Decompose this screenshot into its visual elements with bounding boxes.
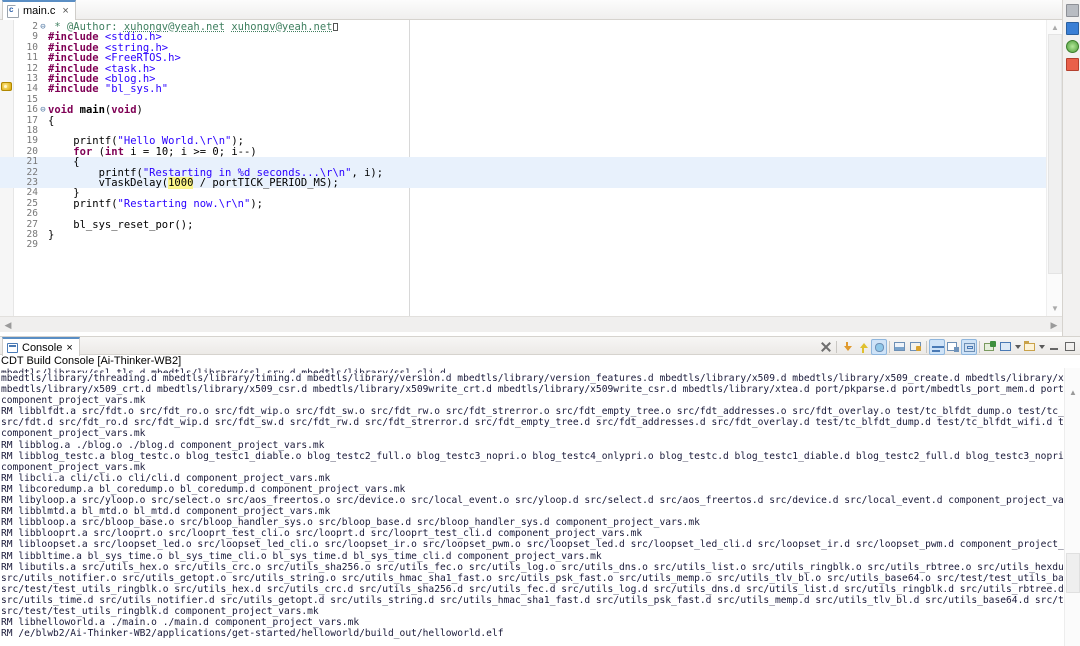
console-pane: Console × CDT Build Console [Ai-Thinker-…: [0, 336, 1080, 646]
fold-toggle-icon[interactable]: ⊖: [39, 22, 47, 32]
scroll-left-icon[interactable]: ◀: [2, 319, 14, 331]
code-line: 27 bl_sys_reset_por();: [0, 218, 1062, 231]
code-line: 11 #include <FreeRTOS.h>: [0, 52, 1062, 63]
fold-toggle-icon[interactable]: ⊖: [39, 105, 47, 115]
new-console-view-button[interactable]: [982, 339, 998, 355]
code-text: {: [48, 114, 55, 127]
console-line: RM libblog.a ./blog.o ./blog.d component…: [1, 439, 325, 451]
console-line: RM libblog_testc.a blog_testc.o blog_tes…: [1, 450, 1076, 462]
right-icon-strip: [1062, 0, 1080, 336]
console-scroll-thumb[interactable]: [1066, 553, 1080, 593]
code-line: 28}: [0, 229, 1062, 241]
code-line: 15: [0, 94, 1062, 105]
editor-tab-main-c[interactable]: main.c ×: [2, 0, 76, 20]
project-explorer-icon[interactable]: [1066, 22, 1079, 35]
editor-pane: main.c × 2⊖ * @Author: xuhongv@yeah.net …: [0, 0, 1080, 336]
code-area[interactable]: 2 ⊖ * @Author: xuhongv@yeah.net xuhongv@y…: [0, 20, 1080, 316]
scroll-lock-button[interactable]: [871, 338, 887, 355]
console-line: src/test/test_utils_ringblk.o src/utils_…: [1, 583, 1080, 595]
editor-scroll-thumb[interactable]: [1048, 34, 1062, 274]
code-line: 20 for (int i = 10; i >= 0; i--): [0, 146, 1062, 157]
code-lines[interactable]: 2 ⊖ * @Author: xuhongv@yeah.net xuhongv@y…: [0, 20, 1080, 316]
code-text: printf("Restarting now.\r\n");: [48, 197, 263, 210]
console-line: component_project_vars.mk: [1, 461, 146, 473]
code-line: 29: [0, 239, 1062, 251]
console-tabbar: Console ×: [0, 336, 1080, 356]
scroll-down-icon[interactable]: ▼: [1050, 304, 1060, 313]
code-line: 12 #include <task.h>: [0, 63, 1062, 74]
scroll-down-button[interactable]: [839, 339, 855, 355]
console-header-label: CDT Build Console [Ai-Thinker-WB2]: [1, 355, 182, 367]
close-icon[interactable]: ×: [66, 342, 72, 354]
console-toolbar: [818, 338, 1078, 355]
link-console-button[interactable]: [961, 338, 977, 355]
scroll-up-button[interactable]: [855, 339, 871, 355]
console-line: mbedtls/library/threading.d mbedtls/libr…: [1, 373, 1080, 384]
display-console-button[interactable]: [998, 339, 1014, 355]
console-line: src/utils_time.d src/utils_notifier.d sr…: [1, 594, 1080, 606]
editor-horizontal-scrollbar[interactable]: ◀ ▶: [0, 316, 1062, 332]
console-line: component_project_vars.mk: [1, 395, 146, 407]
show-console-button[interactable]: [908, 339, 924, 355]
console-line: RM libblooprt.a src/looprt.o src/looprt_…: [1, 528, 643, 540]
close-icon[interactable]: ×: [62, 5, 68, 17]
console-output[interactable]: mbedtls/library/ssl_tls.d mbedtls/librar…: [0, 368, 1080, 646]
scroll-up-icon[interactable]: ▲: [1050, 23, 1060, 32]
console-icon: [7, 342, 18, 353]
code-text: vTaskDelay(1000 / portTICK_PERIOD_MS);: [48, 177, 339, 189]
open-console-button[interactable]: [1022, 339, 1038, 355]
console-vertical-scrollbar[interactable]: ▲: [1064, 368, 1080, 646]
open-console-menu[interactable]: [1038, 339, 1046, 355]
console-line: RM libbltime.a bl_sys_time.o bl_sys_time…: [1, 550, 602, 562]
code-line: 17{: [0, 114, 1062, 127]
terminate-button[interactable]: [818, 339, 834, 355]
console-line: component_project_vars.mk: [1, 428, 146, 440]
code-text: void main(void): [48, 104, 143, 117]
console-line: src/test/test_utils_ringblk.d component_…: [1, 605, 319, 617]
pin-console-button[interactable]: [945, 339, 961, 355]
console-line: RM /e/blwb2/Ai-Thinker-WB2/applications/…: [1, 628, 504, 640]
problems-view-icon[interactable]: [1066, 58, 1079, 71]
console-line: RM libcli.a cli/cli.o cli/cli.d componen…: [1, 472, 331, 484]
c-file-icon: [7, 4, 19, 18]
console-line: RM libblfdt.a src/fdt.o src/fdt_ro.o src…: [1, 406, 1080, 418]
console-line: src/utils_notifier.o src/utils_getopt.o …: [1, 572, 1080, 584]
console-line: RM libutils.a src/utils_hex.o src/utils_…: [1, 561, 1080, 573]
console-line: mbedtls/library/x509_crt.d mbedtls/libra…: [1, 384, 1080, 396]
maximize-button[interactable]: [1062, 339, 1078, 355]
console-line: src/fdt.d src/fdt_ro.d src/fdt_wip.d src…: [1, 417, 1080, 429]
editor-tabbar: main.c ×: [0, 0, 1080, 20]
code-line: 23 vTaskDelay(1000 / portTICK_PERIOD_MS)…: [0, 177, 1062, 189]
code-text: bl_sys_reset_por();: [48, 218, 194, 231]
console-line: RM libcoredump.a bl_coredump.o bl_coredu…: [1, 483, 406, 495]
console-tab-label: Console: [22, 341, 63, 354]
code-text: #include "bl_sys.h": [48, 83, 169, 96]
scroll-right-icon[interactable]: ▶: [1048, 319, 1060, 331]
console-scroll-up-icon[interactable]: ▲: [1069, 388, 1077, 397]
display-console-menu[interactable]: [1014, 339, 1022, 355]
outline-view-icon[interactable]: [1066, 40, 1079, 53]
line-number: 29: [26, 239, 38, 251]
restore-perspective-icon[interactable]: [1066, 4, 1079, 17]
console-line: RM libyloop.a src/yloop.o src/select.o s…: [1, 495, 1080, 507]
editor-vertical-scrollbar[interactable]: ▲ ▼: [1046, 20, 1062, 316]
word-wrap-button[interactable]: [929, 338, 945, 355]
console-line: RM libbloop.a src/bloop_base.o src/bloop…: [1, 517, 700, 529]
console-line: RM libhelloworld.a ./main.o ./main.d com…: [1, 617, 360, 629]
clear-console-button[interactable]: [892, 339, 908, 355]
minimize-button[interactable]: [1046, 339, 1062, 355]
console-line: RM libloopset.a src/loopset_led.o src/lo…: [1, 539, 1080, 551]
code-line: 14 #include "bl_sys.h": [0, 83, 1062, 96]
console-tab[interactable]: Console ×: [2, 337, 80, 356]
code-text: }: [48, 229, 55, 241]
code-line: 16 ⊖ void main(void): [0, 104, 1062, 117]
eclipse-ide-window: main.c × 2⊖ * @Author: xuhongv@yeah.net …: [0, 0, 1080, 646]
console-line: RM libblmtd.a bl_mtd.o bl_mtd.d componen…: [1, 506, 331, 518]
console-output-text: mbedtls/library/ssl_tls.d mbedtls/librar…: [0, 368, 1080, 646]
editor-tab-label: main.c: [23, 5, 56, 17]
code-line: 25 printf("Restarting now.\r\n");: [0, 197, 1062, 210]
